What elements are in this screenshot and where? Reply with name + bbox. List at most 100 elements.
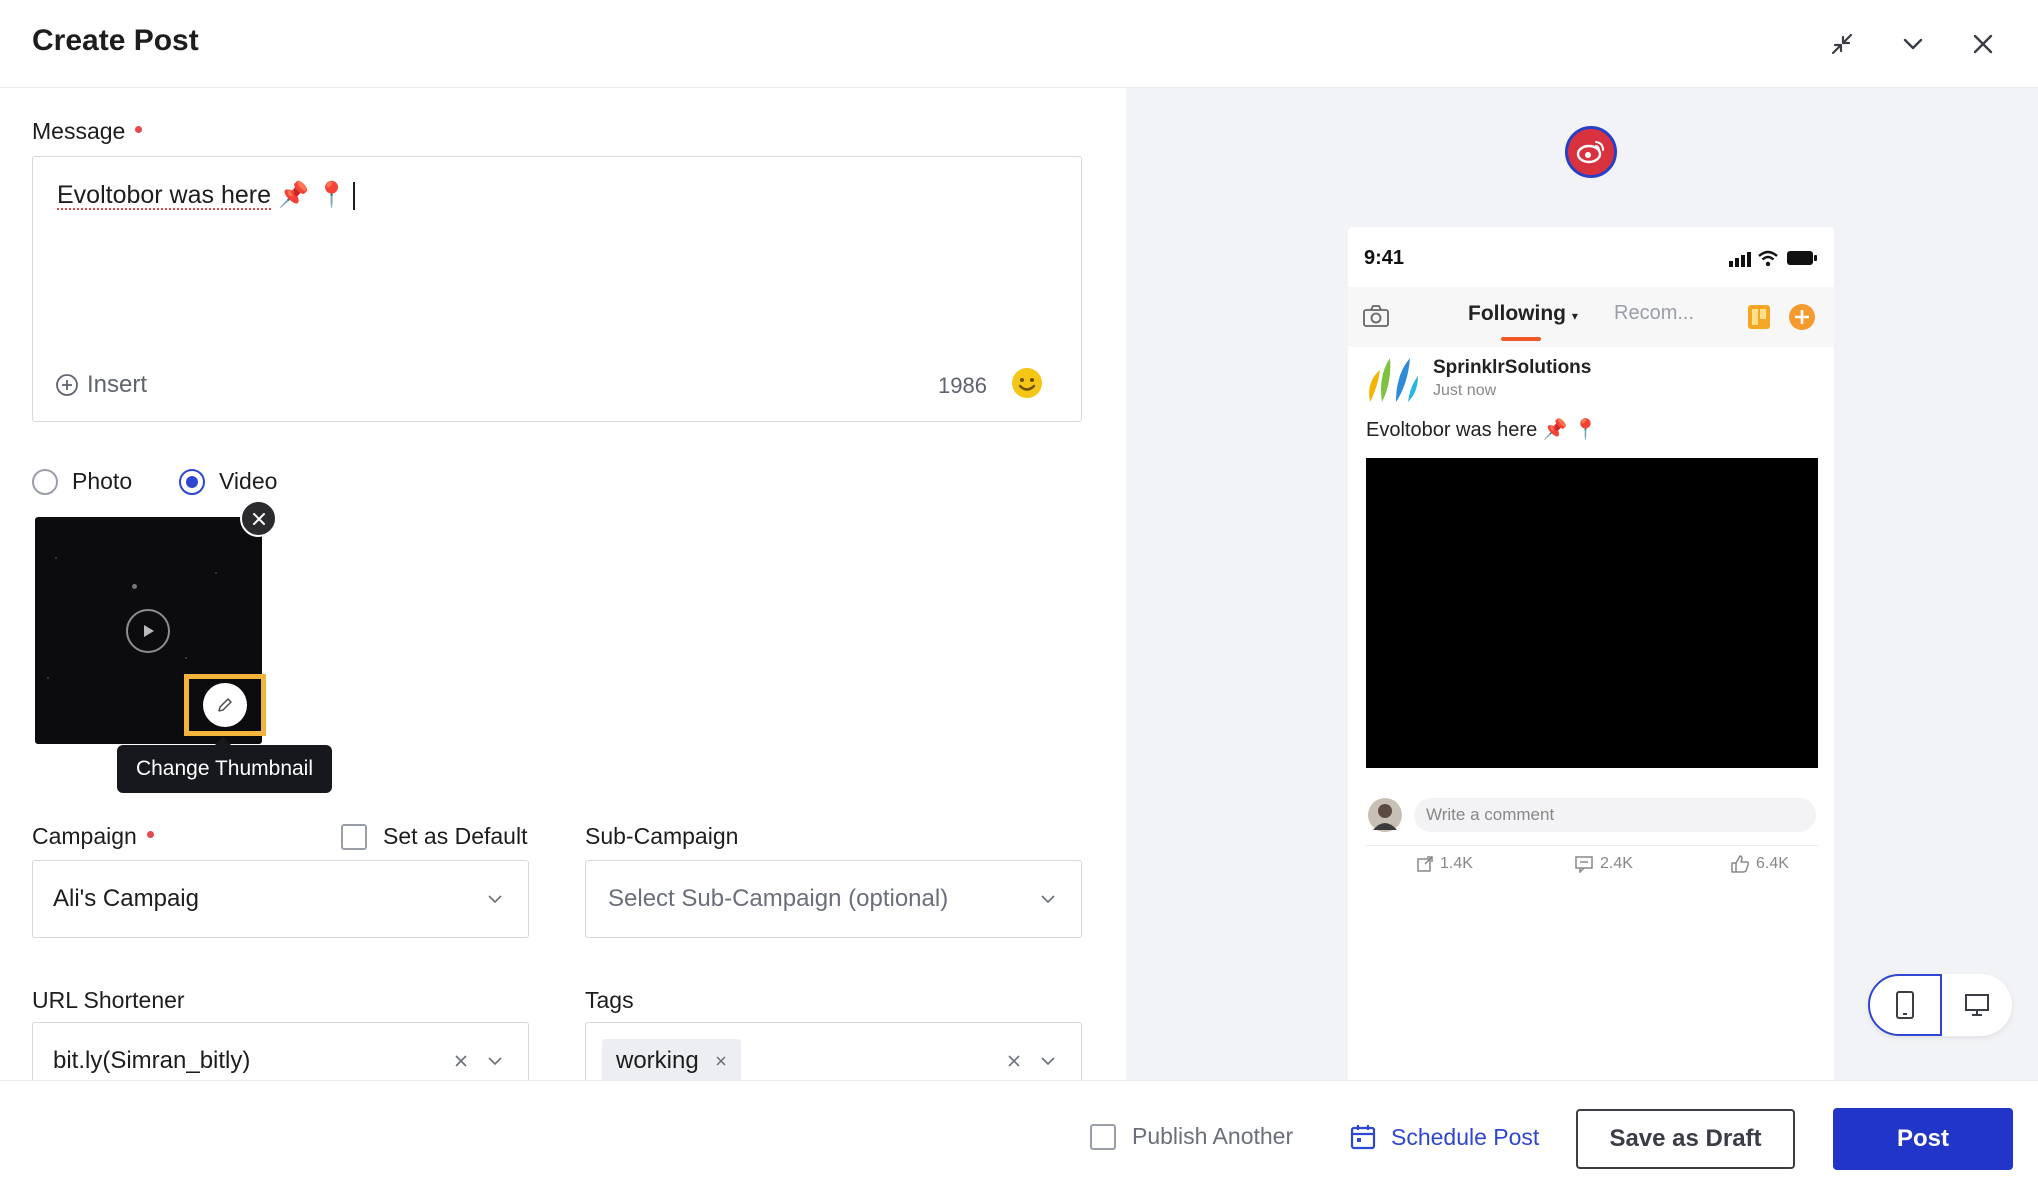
clear-icon[interactable]: [451, 1051, 471, 1071]
thumbnail-dot: [215, 572, 217, 574]
radio-video-label: Video: [219, 468, 278, 494]
add-icon: [1789, 304, 1815, 330]
mobile-view-button[interactable]: [1868, 974, 1942, 1036]
sub-campaign-select[interactable]: Select Sub-Campaign (optional): [585, 860, 1082, 938]
checkbox-box[interactable]: [1090, 1123, 1116, 1150]
collapse-icon[interactable]: [1822, 24, 1862, 64]
game-icon: [1748, 305, 1770, 329]
insert-label: Insert: [87, 371, 148, 398]
sub-campaign-placeholder: Select Sub-Campaign (optional): [608, 885, 949, 912]
status-time: 9:41: [1364, 247, 1405, 269]
divider: [1366, 845, 1818, 846]
required-indicator: [146, 831, 154, 839]
message-editor[interactable]: Evoltobor was here 📌 📍 Insert 1986: [32, 156, 1082, 422]
radio-photo-label: Photo: [72, 468, 133, 494]
thumbnail-dot: [132, 584, 137, 589]
thumbs-up-icon: [1731, 855, 1750, 873]
emoji-picker-icon[interactable]: [1011, 367, 1043, 399]
desktop-view-button[interactable]: [1942, 974, 2012, 1036]
mobile-preview: 9:41 Following ▾ Recom... SprinklrSoluti…: [1348, 227, 1834, 1080]
share-icon: [1417, 856, 1433, 872]
url-shortener-select[interactable]: bit.ly(Simran_bitly): [32, 1022, 529, 1080]
url-shortener-label: URL Shortener: [32, 987, 185, 1013]
message-content: Evoltobor was here: [57, 181, 272, 209]
thumbnail-dot: [185, 657, 187, 659]
chevron-down-icon: [485, 1051, 505, 1071]
set-as-default-label: Set as Default: [383, 823, 528, 849]
play-icon[interactable]: [126, 609, 170, 653]
chevron-down-icon[interactable]: [1893, 24, 1933, 64]
schedule-post-button[interactable]: Schedule Post: [1349, 1123, 1539, 1151]
tag-chip-label: working: [616, 1047, 699, 1074]
set-as-default-checkbox[interactable]: Set as Default: [341, 823, 527, 850]
tab-following: Following ▾: [1468, 302, 1578, 325]
radio-photo[interactable]: Photo: [32, 468, 132, 495]
camera-icon: [1363, 305, 1389, 327]
radio-photo-circle[interactable]: [32, 468, 58, 495]
preview-panel: 9:41 Following ▾ Recom... SprinklrSoluti…: [1126, 88, 2038, 1080]
message-label: Message: [32, 118, 143, 145]
close-icon[interactable]: [1963, 24, 2003, 64]
battery-icon: [1787, 251, 1817, 265]
preview-video: [1366, 458, 1818, 768]
message-emojis: 📌 📍: [277, 181, 348, 209]
character-counter: 1986: [938, 373, 987, 398]
save-as-draft-button[interactable]: Save as Draft: [1576, 1109, 1795, 1169]
change-thumbnail-button[interactable]: [184, 674, 266, 736]
weibo-channel-icon[interactable]: [1565, 126, 1617, 178]
thumbnail-dot: [47, 677, 49, 679]
avatar: [1368, 798, 1402, 832]
chevron-down-icon: [1038, 889, 1058, 909]
mobile-icon: [1896, 991, 1914, 1019]
insert-button[interactable]: Insert: [55, 371, 147, 399]
desktop-icon: [1965, 994, 1989, 1016]
tag-chip: working: [602, 1039, 741, 1080]
radio-video-circle[interactable]: [179, 468, 205, 495]
required-indicator: [135, 126, 143, 134]
change-thumbnail-tooltip: Change Thumbnail: [117, 737, 332, 793]
campaign-label: Campaign: [32, 823, 154, 850]
tags-label: Tags: [585, 987, 634, 1013]
remove-tag-icon[interactable]: [715, 1055, 727, 1067]
preview-device-toggle: [1868, 974, 2012, 1036]
account-name: SprinklrSolutions: [1433, 357, 1592, 378]
radio-video[interactable]: Video: [179, 468, 277, 495]
sub-campaign-label: Sub-Campaign: [585, 823, 739, 849]
sprinklr-logo: [1369, 358, 1418, 402]
calendar-icon: [1350, 1125, 1376, 1150]
chevron-down-icon: [1038, 1051, 1058, 1071]
post-time: Just now: [1433, 382, 1497, 399]
publish-another-label: Publish Another: [1132, 1123, 1294, 1149]
wifi-icon: [1758, 250, 1778, 267]
comment-input[interactable]: Write a comment: [1414, 798, 1816, 832]
tab-recommended: Recom...: [1614, 302, 1695, 324]
signal-icon: [1729, 252, 1751, 267]
like-stat[interactable]: 6.4K: [1730, 855, 1789, 873]
post-button[interactable]: Post: [1833, 1108, 2013, 1170]
campaign-value: Ali's Campaig: [53, 885, 199, 912]
text-caret: [353, 182, 356, 211]
chevron-down-icon: [485, 889, 505, 909]
preview-post-text: Evoltobor was here 📌 📍: [1366, 419, 1599, 441]
publish-another-checkbox[interactable]: Publish Another: [1090, 1123, 1293, 1150]
dialog-header: Create Post: [0, 0, 2038, 88]
preview-nav-bar: Following ▾ Recom...: [1348, 287, 1834, 347]
tab-active-indicator: [1501, 337, 1541, 341]
url-shortener-value: bit.ly(Simran_bitly): [53, 1047, 251, 1074]
clear-icon[interactable]: [1004, 1051, 1024, 1071]
plus-circle-icon: [56, 374, 78, 396]
comment-stat[interactable]: 2.4K: [1574, 855, 1633, 873]
message-text[interactable]: Evoltobor was here 📌 📍: [57, 181, 356, 211]
post-form-panel: Message Evoltobor was here 📌 📍 Insert 19…: [0, 88, 1126, 1080]
remove-media-icon[interactable]: [240, 500, 277, 537]
share-stat[interactable]: 1.4K: [1416, 855, 1473, 873]
checkbox-box[interactable]: [341, 823, 367, 850]
comment-icon: [1575, 856, 1593, 873]
thumbnail-dot: [55, 557, 57, 559]
dialog-title: Create Post: [32, 24, 199, 57]
pencil-icon: [203, 683, 247, 727]
tags-select[interactable]: working: [585, 1022, 1082, 1080]
schedule-post-label: Schedule Post: [1391, 1123, 1540, 1150]
campaign-select[interactable]: Ali's Campaig: [32, 860, 529, 938]
dialog-footer: Publish Another Schedule Post Save as Dr…: [0, 1080, 2038, 1188]
